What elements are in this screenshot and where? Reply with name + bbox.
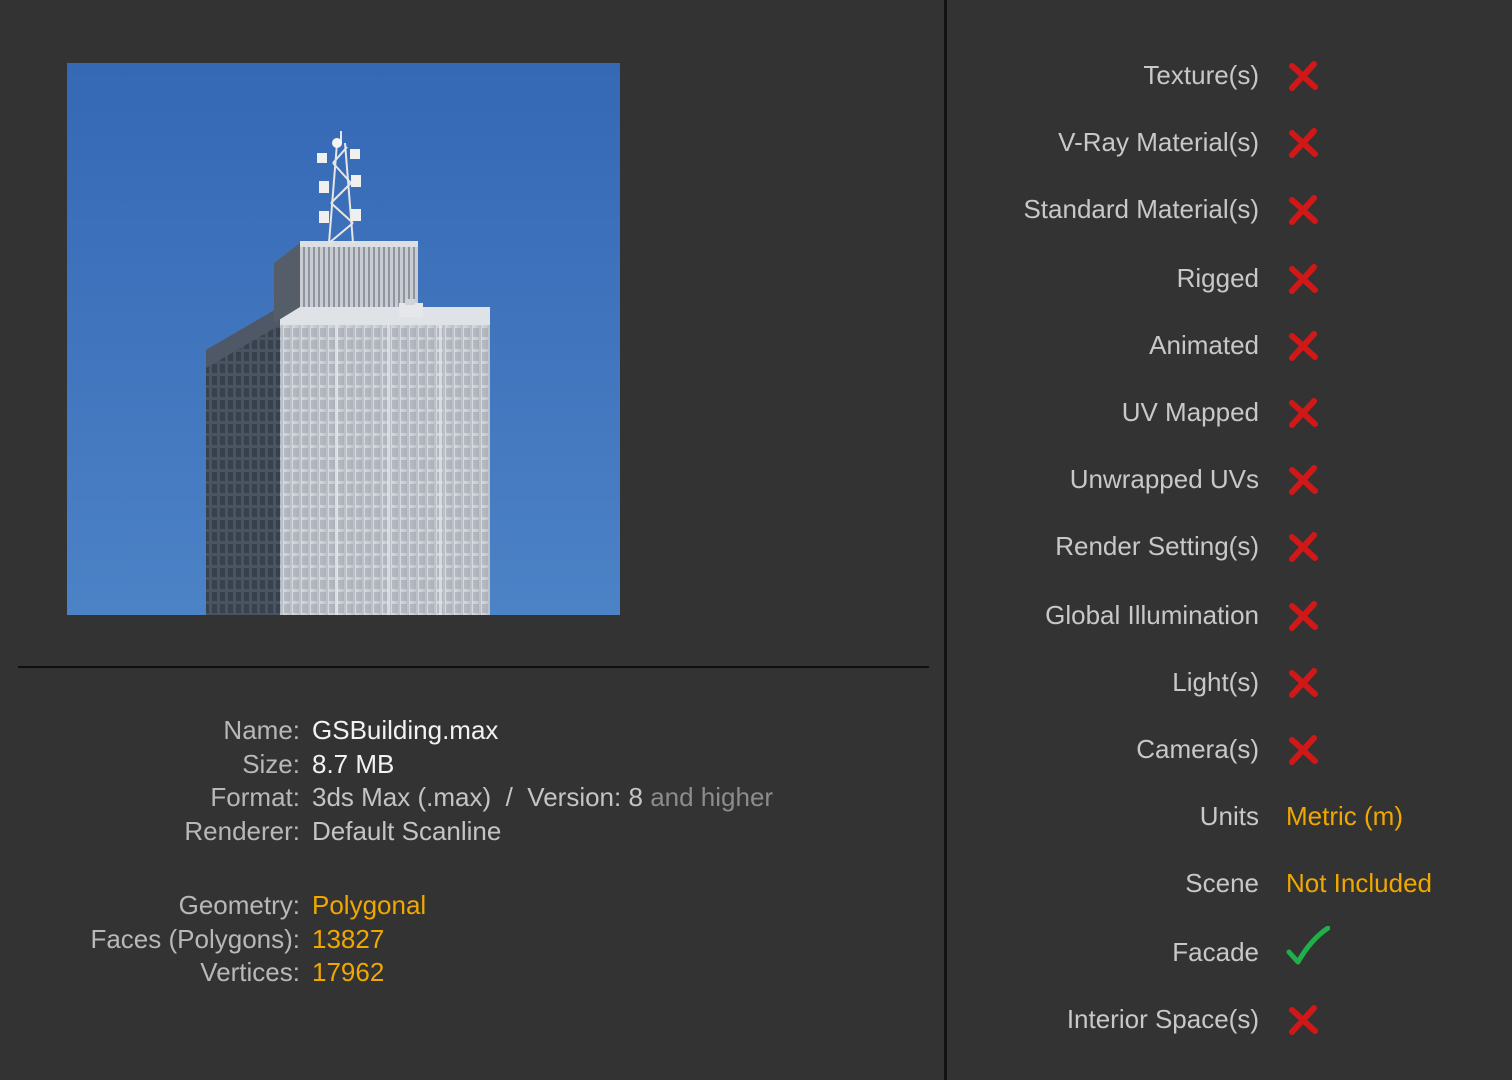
feature-row-global-illumination: Global Illumination bbox=[947, 595, 1512, 635]
feature-value: Metric (m) bbox=[1286, 801, 1403, 831]
info-row-faces: Faces (Polygons): 13827 bbox=[0, 922, 944, 956]
format-value-line: 3ds Max (.max) / Version: 8 and higher bbox=[312, 780, 773, 814]
feature-label: Unwrapped UVs bbox=[1069, 464, 1259, 494]
info-row-renderer: Renderer: Default Scanline bbox=[0, 814, 944, 848]
model-details-panel: Name: GSBuilding.max Size: 8.7 MB Format… bbox=[0, 0, 944, 1080]
features-panel: Texture(s) V-Ray Material(s) Standard Mate… bbox=[947, 0, 1512, 1080]
name-label: Name: bbox=[223, 715, 300, 745]
feature-label: V-Ray Material(s) bbox=[1058, 127, 1259, 157]
feature-row-standard-material-s: Standard Material(s) bbox=[947, 189, 1512, 229]
vertices-label: Vertices: bbox=[200, 957, 300, 987]
model-info-page: Name: GSBuilding.max Size: 8.7 MB Format… bbox=[0, 0, 1512, 1080]
feature-label: Interior Space(s) bbox=[1066, 1004, 1259, 1034]
info-row-format: Format: 3ds Max (.max) / Version: 8 and … bbox=[0, 780, 944, 814]
geometry-value: Polygonal bbox=[312, 890, 427, 920]
size-value: 8.7 MB bbox=[312, 749, 395, 779]
feature-label: Render Setting(s) bbox=[1055, 531, 1259, 561]
feature-row-uv-mapped: UV Mapped bbox=[947, 392, 1512, 432]
version-suffix: and higher bbox=[650, 782, 774, 812]
feature-row-scene: Scene Not Included bbox=[947, 863, 1512, 903]
vertices-value: 17962 bbox=[312, 957, 385, 987]
feature-label: Facade bbox=[1172, 937, 1259, 967]
renderer-label: Renderer: bbox=[184, 816, 300, 846]
geometry-label: Geometry: bbox=[178, 890, 300, 920]
building-preview-image bbox=[67, 63, 620, 615]
info-row-geometry: Geometry: Polygonal bbox=[0, 888, 944, 922]
faces-value: 13827 bbox=[312, 924, 385, 954]
feature-row-facade: Facade bbox=[947, 925, 1512, 972]
feature-row-rigged: Rigged bbox=[947, 258, 1512, 298]
feature-row-v-ray-material-s: V-Ray Material(s) bbox=[947, 122, 1512, 162]
renderer-value: Default Scanline bbox=[312, 816, 502, 846]
feature-row-light-s: Light(s) bbox=[947, 662, 1512, 702]
feature-row-render-setting-s: Render Setting(s) bbox=[947, 526, 1512, 566]
feature-label: Units bbox=[1199, 801, 1259, 831]
horizontal-divider bbox=[18, 666, 929, 668]
feature-row-units: Units Metric (m) bbox=[947, 796, 1512, 836]
format-value: 3ds Max (.max) bbox=[312, 782, 492, 812]
feature-row-interior-space-s: Interior Space(s) bbox=[947, 999, 1512, 1039]
feature-value: Not Included bbox=[1286, 868, 1432, 898]
info-row-name: Name: GSBuilding.max bbox=[0, 713, 944, 747]
feature-label: Standard Material(s) bbox=[1023, 194, 1259, 224]
name-value: GSBuilding.max bbox=[312, 715, 499, 745]
format-separator: / bbox=[505, 782, 513, 812]
feature-row-texture-s: Texture(s) bbox=[947, 55, 1512, 95]
feature-label: Animated bbox=[1149, 330, 1259, 360]
feature-label: Global Illumination bbox=[1045, 600, 1259, 630]
feature-label: Camera(s) bbox=[1136, 734, 1259, 764]
feature-label: Scene bbox=[1185, 868, 1259, 898]
feature-label: Rigged bbox=[1176, 263, 1259, 293]
format-label: Format: bbox=[210, 782, 300, 812]
feature-label: UV Mapped bbox=[1121, 397, 1259, 427]
feature-row-animated: Animated bbox=[947, 325, 1512, 365]
size-label: Size: bbox=[242, 749, 300, 779]
feature-row-camera-s: Camera(s) bbox=[947, 729, 1512, 769]
feature-row-unwrapped-uvs: Unwrapped UVs bbox=[947, 459, 1512, 499]
info-row-size: Size: 8.7 MB bbox=[0, 747, 944, 781]
version-value: 8 bbox=[628, 782, 643, 812]
feature-label: Texture(s) bbox=[1143, 60, 1259, 90]
feature-label: Light(s) bbox=[1172, 667, 1259, 697]
faces-label: Faces (Polygons): bbox=[90, 924, 300, 954]
info-row-vertices: Vertices: 17962 bbox=[0, 955, 944, 989]
version-label: Version: bbox=[527, 782, 622, 812]
